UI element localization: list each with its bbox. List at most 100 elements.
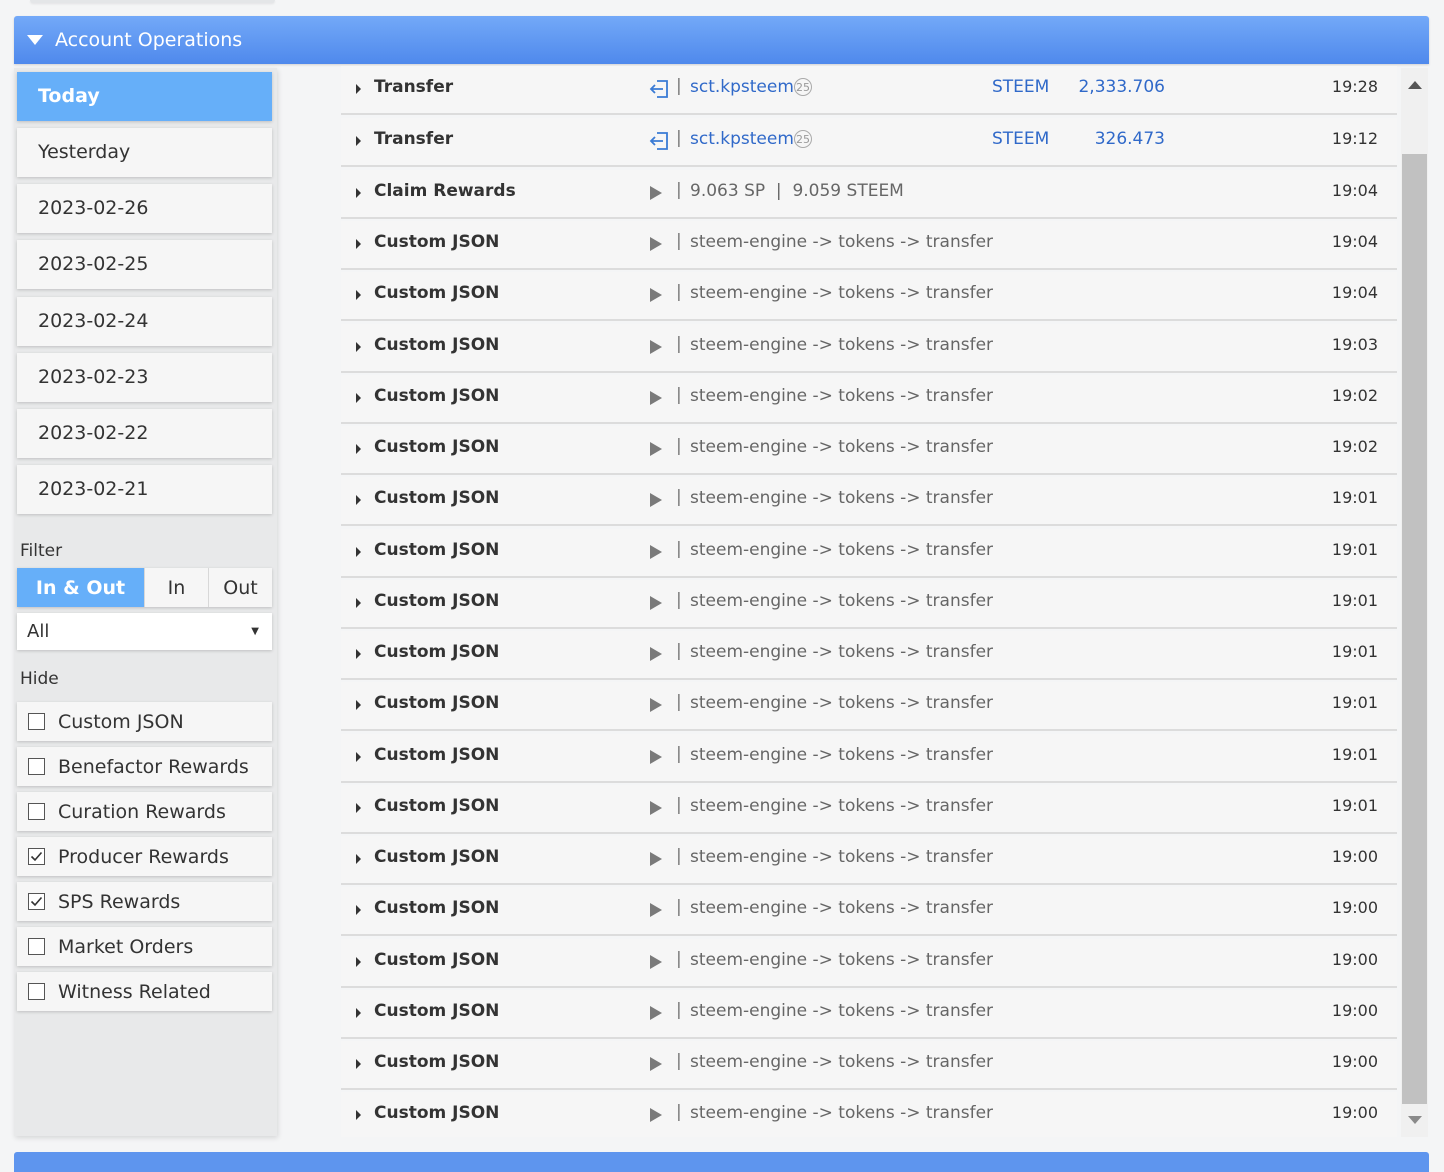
hide-option-curation-rewards[interactable]: Curation Rewards bbox=[17, 792, 272, 831]
date-button-2023-02-22[interactable]: 2023-02-22 bbox=[17, 409, 272, 458]
operation-row[interactable]: Transfer | sct.kpsteem 25 STEEM 326.473 19:12 bbox=[341, 118, 1397, 167]
operation-row[interactable]: Transfer | sct.kpsteem 25 STEEM 2,333.706 19:2… bbox=[341, 66, 1397, 115]
date-button-2023-02-23[interactable]: 2023-02-23 bbox=[17, 353, 272, 402]
expand-arrow-icon[interactable] bbox=[356, 495, 361, 505]
play-icon[interactable] bbox=[649, 183, 663, 203]
expand-arrow-icon[interactable] bbox=[356, 905, 361, 915]
operation-row[interactable]: Custom JSON | steem-engine -> tokens -> tr… bbox=[341, 631, 1397, 680]
expand-arrow-icon[interactable] bbox=[356, 188, 361, 198]
date-button-2023-02-21[interactable]: 2023-02-21 bbox=[17, 465, 272, 514]
operation-row[interactable]: Custom JSON | steem-engine -> tokens -> tr… bbox=[341, 221, 1397, 270]
play-icon[interactable] bbox=[649, 542, 663, 562]
play-icon[interactable] bbox=[649, 388, 663, 408]
scroll-up-icon[interactable] bbox=[1408, 81, 1422, 89]
play-icon[interactable] bbox=[649, 439, 663, 459]
play-icon[interactable] bbox=[649, 490, 663, 510]
play-icon[interactable] bbox=[649, 644, 663, 664]
asset-label: STEEM bbox=[992, 77, 1050, 97]
operation-row[interactable]: Custom JSON | steem-engine -> tokens -> tr… bbox=[341, 426, 1397, 475]
operation-row[interactable]: Claim Rewards | 9.063 SP | 9.059 STEEM 19:0… bbox=[341, 170, 1397, 219]
expand-arrow-icon[interactable] bbox=[356, 84, 361, 94]
play-icon[interactable] bbox=[649, 337, 663, 357]
account-operations-header[interactable]: Account Operations bbox=[14, 16, 1429, 64]
operation-row[interactable]: Custom JSON | steem-engine -> tokens -> tr… bbox=[341, 375, 1397, 424]
operation-row[interactable]: Custom JSON | steem-engine -> tokens -> tr… bbox=[341, 1041, 1397, 1090]
operation-row[interactable]: Custom JSON | steem-engine -> tokens -> tr… bbox=[341, 939, 1397, 988]
date-button-2023-02-24[interactable]: 2023-02-24 bbox=[17, 297, 272, 346]
expand-arrow-icon[interactable] bbox=[356, 290, 361, 300]
hide-option-label: Witness Related bbox=[58, 980, 211, 1003]
hide-option-benefactor-rewards[interactable]: Benefactor Rewards bbox=[17, 747, 272, 786]
filter-out-button[interactable]: Out bbox=[208, 568, 272, 607]
operation-row[interactable]: Custom JSON | steem-engine -> tokens -> tr… bbox=[341, 785, 1397, 834]
expand-arrow-icon[interactable] bbox=[356, 700, 361, 710]
play-icon[interactable] bbox=[649, 849, 663, 869]
play-icon[interactable] bbox=[649, 234, 663, 254]
checkbox-icon[interactable] bbox=[28, 983, 45, 1000]
play-icon[interactable] bbox=[649, 1054, 663, 1074]
play-icon[interactable] bbox=[649, 695, 663, 715]
scrollbar[interactable] bbox=[1401, 68, 1428, 1137]
operation-row[interactable]: Custom JSON | steem-engine -> tokens -> tr… bbox=[341, 682, 1397, 731]
operation-detail: steem-engine -> tokens -> transfer bbox=[690, 1001, 994, 1021]
account-link[interactable]: sct.kpsteem bbox=[690, 129, 794, 149]
expand-arrow-icon[interactable] bbox=[356, 444, 361, 454]
expand-arrow-icon[interactable] bbox=[356, 342, 361, 352]
checkbox-icon[interactable] bbox=[28, 713, 45, 730]
operation-row[interactable]: Custom JSON | steem-engine -> tokens -> tr… bbox=[341, 580, 1397, 629]
hide-option-custom-json[interactable]: Custom JSON bbox=[17, 702, 272, 741]
play-icon[interactable] bbox=[649, 900, 663, 920]
checkbox-checked-icon[interactable] bbox=[28, 848, 45, 865]
operation-row[interactable]: Custom JSON | steem-engine -> tokens -> tr… bbox=[341, 734, 1397, 783]
operation-row[interactable]: Custom JSON | steem-engine -> tokens -> tr… bbox=[341, 324, 1397, 373]
play-icon[interactable] bbox=[649, 1003, 663, 1023]
account-link[interactable]: sct.kpsteem bbox=[690, 77, 794, 97]
expand-arrow-icon[interactable] bbox=[356, 957, 361, 967]
expand-arrow-icon[interactable] bbox=[356, 1008, 361, 1018]
checkbox-checked-icon[interactable] bbox=[28, 893, 45, 910]
play-icon[interactable] bbox=[649, 1105, 663, 1125]
date-button-2023-02-25[interactable]: 2023-02-25 bbox=[17, 240, 272, 289]
play-icon[interactable] bbox=[649, 285, 663, 305]
expand-arrow-icon[interactable] bbox=[356, 598, 361, 608]
operation-row[interactable]: Custom JSON | steem-engine -> tokens -> tr… bbox=[341, 836, 1397, 885]
date-button-yesterday[interactable]: Yesterday bbox=[17, 128, 272, 177]
expand-arrow-icon[interactable] bbox=[356, 547, 361, 557]
operation-row[interactable]: Custom JSON | steem-engine -> tokens -> tr… bbox=[341, 477, 1397, 526]
expand-arrow-icon[interactable] bbox=[356, 752, 361, 762]
expand-arrow-icon[interactable] bbox=[356, 136, 361, 146]
scrollbar-thumb[interactable] bbox=[1402, 154, 1427, 1104]
filter-in-button[interactable]: In bbox=[144, 568, 208, 607]
play-icon[interactable] bbox=[649, 952, 663, 972]
operation-row[interactable]: Custom JSON | steem-engine -> tokens -> tr… bbox=[341, 990, 1397, 1039]
expand-arrow-icon[interactable] bbox=[356, 803, 361, 813]
expand-arrow-icon[interactable] bbox=[356, 649, 361, 659]
collapse-icon[interactable] bbox=[26, 34, 44, 46]
hide-option-market-orders[interactable]: Market Orders bbox=[17, 927, 272, 966]
hide-option-witness-related[interactable]: Witness Related bbox=[17, 972, 272, 1011]
checkbox-icon[interactable] bbox=[28, 758, 45, 775]
date-button-today[interactable]: Today bbox=[17, 72, 272, 121]
checkbox-icon[interactable] bbox=[28, 938, 45, 955]
operation-row[interactable]: Custom JSON | steem-engine -> tokens -> tr… bbox=[341, 529, 1397, 578]
expand-arrow-icon[interactable] bbox=[356, 239, 361, 249]
expand-arrow-icon[interactable] bbox=[356, 393, 361, 403]
expand-arrow-icon[interactable] bbox=[356, 1059, 361, 1069]
hide-option-sps-rewards[interactable]: SPS Rewards bbox=[17, 882, 272, 921]
play-icon[interactable] bbox=[649, 798, 663, 818]
operation-type-select[interactable]: All ▼ bbox=[17, 613, 272, 650]
checkbox-icon[interactable] bbox=[28, 803, 45, 820]
play-icon[interactable] bbox=[649, 747, 663, 767]
expand-arrow-icon[interactable] bbox=[356, 854, 361, 864]
operation-row[interactable]: Custom JSON | steem-engine -> tokens -> tr… bbox=[341, 1092, 1397, 1137]
filter-in-out-button[interactable]: In & Out bbox=[17, 568, 144, 607]
date-button-2023-02-26[interactable]: 2023-02-26 bbox=[17, 184, 272, 233]
operation-row[interactable]: Custom JSON | steem-engine -> tokens -> tr… bbox=[341, 887, 1397, 936]
separator: | bbox=[676, 1000, 682, 1020]
expand-arrow-icon[interactable] bbox=[356, 1110, 361, 1120]
hide-option-producer-rewards[interactable]: Producer Rewards bbox=[17, 837, 272, 876]
scroll-down-icon[interactable] bbox=[1408, 1116, 1422, 1124]
operation-row[interactable]: Custom JSON | steem-engine -> tokens -> tr… bbox=[341, 272, 1397, 321]
play-icon[interactable] bbox=[649, 593, 663, 613]
next-panel-header[interactable] bbox=[14, 1152, 1429, 1172]
